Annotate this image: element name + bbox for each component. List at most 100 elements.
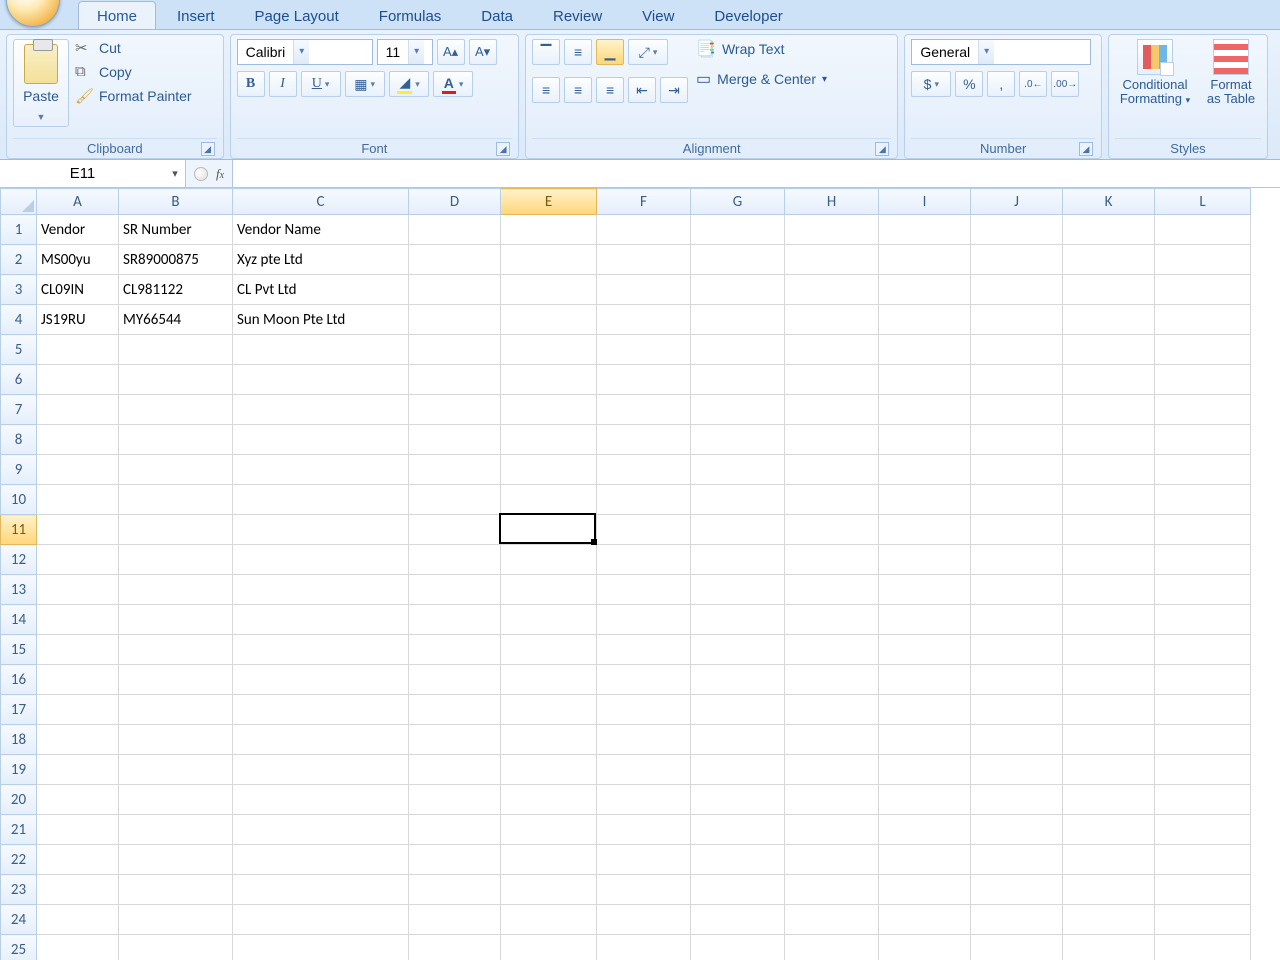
row-header[interactable]: 16 [1,665,37,695]
cell[interactable] [1063,605,1155,635]
dialog-launcher-icon[interactable]: ◢ [496,142,510,156]
currency-button[interactable]: $▾ [911,71,951,97]
cell[interactable] [785,335,879,365]
copy-button[interactable]: ⧉ Copy [75,63,192,81]
worksheet-grid[interactable]: ABCDEFGHIJKL1VendorSR NumberVendor Name2… [0,188,1280,960]
row-header[interactable]: 7 [1,395,37,425]
cell[interactable] [785,365,879,395]
cell[interactable] [879,785,971,815]
cell[interactable] [409,665,501,695]
cell[interactable] [785,215,879,245]
cell[interactable] [409,815,501,845]
cell[interactable] [597,365,691,395]
cell[interactable] [597,305,691,335]
column-header[interactable]: B [119,189,233,215]
cell[interactable] [119,515,233,545]
cell[interactable] [597,665,691,695]
cell[interactable] [233,395,409,425]
cell[interactable] [597,575,691,605]
tab-formulas[interactable]: Formulas [360,1,461,29]
cell[interactable] [971,605,1063,635]
column-header[interactable]: E [501,189,597,215]
cell[interactable] [501,785,597,815]
cell[interactable] [597,275,691,305]
cell[interactable] [1063,305,1155,335]
cell[interactable] [691,875,785,905]
cell[interactable] [691,485,785,515]
cell[interactable] [785,275,879,305]
cell[interactable] [1155,305,1251,335]
cell[interactable] [119,905,233,935]
cell[interactable] [785,455,879,485]
cell[interactable] [409,755,501,785]
cell[interactable] [37,755,119,785]
cell[interactable] [501,905,597,935]
cell[interactable] [1063,275,1155,305]
tab-page-layout[interactable]: Page Layout [236,1,358,29]
cell[interactable] [879,875,971,905]
cell[interactable] [785,695,879,725]
borders-button[interactable]: ▦▾ [345,71,385,97]
row-header[interactable]: 12 [1,545,37,575]
cell[interactable] [119,485,233,515]
cell[interactable] [691,785,785,815]
cell[interactable] [119,785,233,815]
cell[interactable] [1155,635,1251,665]
cell[interactable] [691,605,785,635]
cell[interactable] [879,635,971,665]
cell[interactable] [409,725,501,755]
cell[interactable] [597,755,691,785]
cell[interactable] [785,875,879,905]
italic-button[interactable]: I [269,71,297,97]
cell[interactable] [37,485,119,515]
cell[interactable] [409,785,501,815]
bold-button[interactable]: B [237,71,265,97]
cell[interactable] [409,695,501,725]
cell[interactable] [1063,935,1155,960]
cell[interactable] [501,575,597,605]
cell[interactable] [879,245,971,275]
cell[interactable] [691,905,785,935]
cell[interactable] [501,365,597,395]
cell[interactable] [233,815,409,845]
cell[interactable] [37,335,119,365]
row-header[interactable]: 5 [1,335,37,365]
cell[interactable] [501,845,597,875]
column-header[interactable]: F [597,189,691,215]
orientation-button[interactable]: ⤢▾ [628,39,668,65]
align-right-button[interactable]: ≡ [596,77,624,103]
row-header[interactable]: 20 [1,785,37,815]
cell[interactable] [37,425,119,455]
cell[interactable] [501,755,597,785]
cell[interactable] [409,455,501,485]
percent-button[interactable]: % [955,71,983,97]
row-header[interactable]: 14 [1,605,37,635]
cell[interactable] [1063,695,1155,725]
cell[interactable] [37,905,119,935]
cell[interactable] [785,395,879,425]
office-button[interactable] [0,0,56,29]
column-header[interactable]: C [233,189,409,215]
cell[interactable] [971,905,1063,935]
cell[interactable] [233,845,409,875]
cell[interactable] [1063,635,1155,665]
cell[interactable] [37,695,119,725]
cell[interactable] [785,785,879,815]
cell[interactable] [119,575,233,605]
grow-font-button[interactable]: A▴ [437,39,465,65]
row-header[interactable]: 25 [1,935,37,960]
cell[interactable] [119,725,233,755]
cell[interactable] [501,305,597,335]
cell[interactable] [971,815,1063,845]
row-header[interactable]: 18 [1,725,37,755]
cell[interactable] [233,365,409,395]
cell[interactable]: Sun Moon Pte Ltd [233,305,409,335]
cell[interactable] [879,545,971,575]
cell[interactable] [597,335,691,365]
cell[interactable] [785,665,879,695]
underline-button[interactable]: U▾ [301,71,341,97]
align-left-button[interactable]: ≡ [532,77,560,103]
cell[interactable] [119,365,233,395]
cell[interactable] [785,905,879,935]
cell[interactable] [691,215,785,245]
